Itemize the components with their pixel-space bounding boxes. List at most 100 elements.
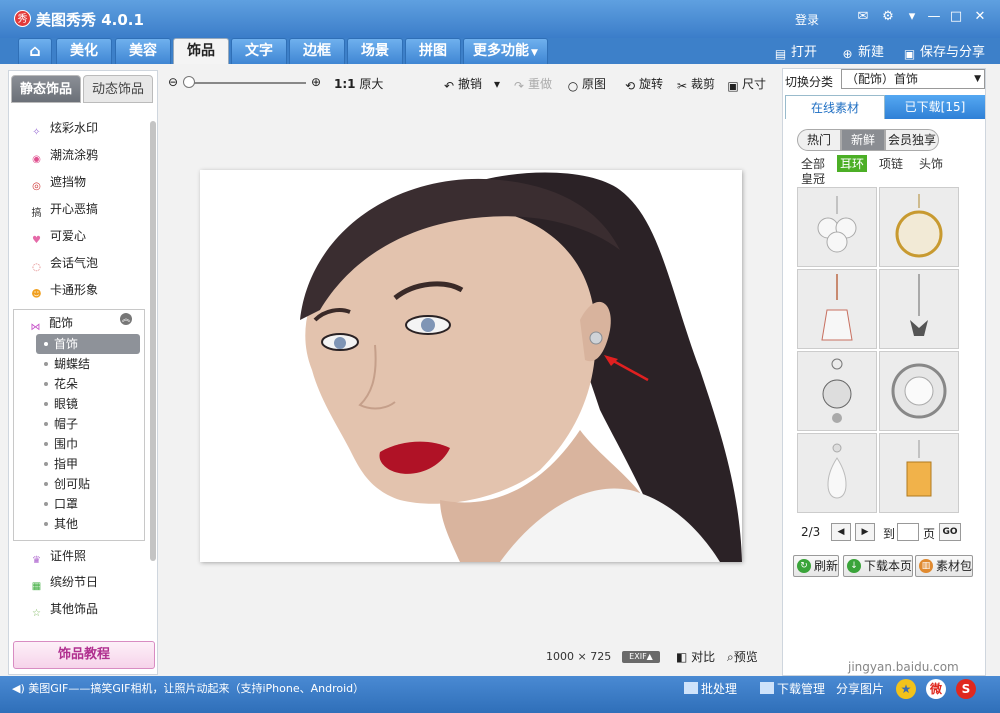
material-item[interactable] [797,269,877,349]
category-item[interactable]: ◌ 会话气泡 [29,252,98,274]
tab-downloaded[interactable]: 已下载[15] [885,95,985,119]
bullet-icon [44,522,48,526]
download-manager-button[interactable]: 下载管理 [760,680,825,697]
tab-more[interactable]: 更多功能 ▼ [463,38,548,64]
batch-process-button[interactable]: 批处理 [684,680,737,697]
minimize-button[interactable]: — [926,9,942,25]
tab-scene[interactable]: 场景 [347,38,403,64]
prev-page-button[interactable]: ◀ [831,523,851,541]
zoom-slider[interactable] [188,82,306,84]
star-icon[interactable]: ★ [896,679,916,699]
pill-vip[interactable]: 会员独享 [885,129,939,151]
download-page-button[interactable]: ↓ 下载本页 [843,555,913,577]
tab-static-accessories[interactable]: 静态饰品 [11,75,81,103]
zoom-slider-handle[interactable] [183,76,195,88]
compare-icon: ◧ [676,650,688,664]
material-pack-button[interactable]: ▥ 素材包 [915,555,973,577]
go-button[interactable]: GO [939,523,961,541]
open-button[interactable]: ▤ 打开 [773,41,817,62]
filter-earrings[interactable]: 耳环 [837,155,868,172]
filter-crown[interactable]: 皇冠 [801,170,825,187]
subcategory-item[interactable]: 花朵 [54,374,78,394]
original-image-button[interactable]: ○ 原图 [566,75,606,93]
subcategory-item[interactable]: 口罩 [54,494,78,514]
rotate-button[interactable]: ⟲ 旋转 [623,75,663,93]
weibo-icon[interactable]: 微 [926,679,946,699]
subcategory-jewelry[interactable]: 首饰 [36,334,140,354]
material-item[interactable] [797,351,877,431]
pill-hot[interactable]: 热门 [797,129,841,151]
compare-button[interactable]: ◧ 对比 [676,648,715,665]
exif-button[interactable]: EXIF▲ [622,651,660,663]
settings-icon[interactable]: ⚙ [880,9,896,25]
category-item[interactable]: ☆ 其他饰品 [29,598,98,620]
home-tab[interactable]: ⌂ [18,38,52,64]
tab-animated-accessories[interactable]: 动态饰品 [83,75,153,103]
category-item[interactable]: ♛ 证件照 [29,545,86,567]
material-item[interactable] [797,187,877,267]
pill-new[interactable]: 新鲜 [841,129,885,151]
tab-accessories[interactable]: 饰品 [173,38,229,64]
undo-button[interactable]: ↶ 撤销 [442,75,482,93]
subcategory-item[interactable]: 蝴蝶结 [54,354,90,374]
canvas-toolbar: ⊖ ⊕ 1:1 原大 ↶ 撤销 ▾ ↷ 重做 ○ 原图 ⟲ 旋转 ✂ 裁剪 ▣ 尺寸 [164,70,776,96]
redo-button[interactable]: ↷ 重做 [512,75,552,93]
subcategory-item[interactable]: 指甲 [54,454,78,474]
sidebar-scrollbar[interactable] [150,121,156,561]
bullet-icon [44,502,48,506]
sohu-icon[interactable]: S [956,679,976,699]
category-item[interactable]: ♥ 可爱心 [29,225,86,247]
tab-beautify[interactable]: 美化 [56,38,112,64]
category-item[interactable]: ◎ 遮挡物 [29,171,86,193]
tab-beauty[interactable]: 美容 [115,38,171,64]
tab-text[interactable]: 文字 [231,38,287,64]
category-item-accessories[interactable]: ⋈ 配饰 [28,312,74,334]
zoom-in-button[interactable]: ⊕ [309,73,325,89]
filter-headwear[interactable]: 头饰 [919,155,943,172]
preview-button[interactable]: ⌕预览 [727,648,758,665]
category-item[interactable]: ▦ 缤纷节日 [29,571,98,593]
feedback-icon[interactable]: ✉ [855,9,871,25]
promo-message[interactable]: ◀) 美图GIF——搞笑GIF相机，让照片动起来（支持iPhone、Androi… [12,680,364,696]
login-link[interactable]: 登录 [795,11,819,28]
close-button[interactable]: ✕ [972,9,988,25]
category-item[interactable]: 搞开心恶搞 [29,198,99,220]
next-page-button[interactable]: ▶ [855,523,875,541]
ornate-earring-icon [822,358,852,423]
new-button[interactable]: ⊕ 新建 [840,41,884,62]
resize-button[interactable]: ▣ 尺寸 [726,75,766,93]
subcategory-item[interactable]: 其他 [54,514,78,534]
tab-border[interactable]: 边框 [289,38,345,64]
category-item[interactable]: ◉ 潮流涂鸦 [29,144,98,166]
refresh-button[interactable]: ↻ 刷新 [793,555,839,577]
share-image-button[interactable]: 分享图片 [836,680,884,697]
material-item[interactable] [879,433,959,513]
material-item[interactable] [797,433,877,513]
original-size-button[interactable]: 1:1 原大 [334,75,383,92]
page-input[interactable] [897,523,919,541]
skin-icon[interactable]: ▾ [904,9,920,25]
subcategory-item[interactable]: 帽子 [54,414,78,434]
collapse-icon[interactable]: ︽ [120,313,132,325]
filter-necklace[interactable]: 项链 [879,155,903,172]
category-select[interactable]: （配饰）首饰 ▼ [841,69,985,89]
tab-online-material[interactable]: 在线素材 [785,95,885,119]
category-item[interactable]: ✧ 炫彩水印 [29,117,98,139]
tab-collage[interactable]: 拼图 [405,38,461,64]
batch-label: 批处理 [701,682,738,696]
zoom-out-button[interactable]: ⊖ [166,73,182,89]
maximize-button[interactable]: □ [948,9,964,25]
subcategory-item[interactable]: 创可贴 [54,474,90,494]
subcategory-item[interactable]: 眼镜 [54,394,78,414]
subcategory-item[interactable]: 围巾 [54,434,78,454]
accessory-tutorial-button[interactable]: 饰品教程 [13,641,155,669]
material-item[interactable] [879,351,959,431]
photo-canvas[interactable] [200,170,742,562]
category-item[interactable]: ☻ 卡通形象 [29,279,98,301]
material-item[interactable] [879,269,959,349]
bullet-icon [44,462,48,466]
undo-dropdown[interactable]: ▾ [490,75,506,91]
crop-button[interactable]: ✂ 裁剪 [675,75,715,93]
material-item[interactable] [879,187,959,267]
save-share-button[interactable]: ▣ 保存与分享 [902,41,985,62]
